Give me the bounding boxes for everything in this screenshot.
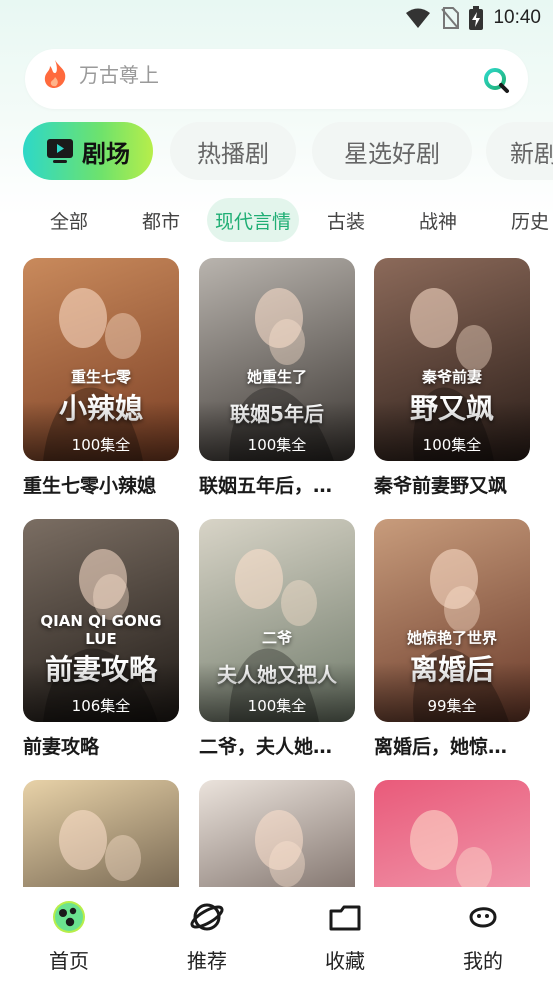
drama-title[interactable]: 二爷，夫人她… [199,732,355,759]
fire-icon [44,60,66,88]
subtab-modern-romance[interactable]: 现代言情 [207,198,299,242]
drama-card[interactable]: QIAN QI GONG LUE前妻攻略106集全前妻攻略 [23,519,179,759]
search-placeholder[interactable]: 万古尊上 [79,59,159,88]
tab-theater[interactable]: 剧场 [23,122,153,180]
nav-profile[interactable]: 我的 [443,899,523,974]
drama-card[interactable]: 重生七零小辣媳100集全重生七零小辣媳 [23,258,179,498]
nav-label: 我的 [463,949,503,973]
episode-count: 106集全 [71,697,131,715]
drama-title[interactable]: 前妻攻略 [23,732,179,759]
subtab-history[interactable]: 历史 [500,198,553,242]
status-time: 10:40 [493,7,541,28]
tab-label: 剧场 [82,139,130,168]
subtab-label: 古装 [326,210,365,233]
subtab-label: 战神 [418,210,457,233]
wifi-icon [406,8,431,28]
poster-subtitle: QIAN QI GONG LUE [40,612,162,648]
subtab-all[interactable]: 全部 [38,198,100,242]
episode-count: 99集全 [427,697,477,715]
nav-label: 推荐 [187,949,227,973]
nav-label: 首页 [49,949,89,973]
drama-poster[interactable]: QIAN QI GONG LUE前妻攻略106集全 [23,519,179,722]
drama-card[interactable]: 她惊艳了世界离婚后99集全离婚后，她惊… [374,519,530,759]
status-bar: 10:40 [0,0,553,38]
subtab-label: 全部 [49,210,88,233]
subtab-label: 都市 [141,210,180,233]
planet-icon [190,903,224,931]
tab-label: 星选好剧 [344,139,440,168]
episode-count: 100集全 [247,697,307,715]
sub-tabs: 全部 都市 现代言情 古装 战神 历史 [0,198,553,244]
nav-home[interactable]: 首页 [29,899,109,974]
nav-recommend[interactable]: 推荐 [167,899,247,974]
poster-subtitle: 二爷 [261,629,292,647]
subtab-label: 现代言情 [214,210,291,233]
bottom-nav: 首页 推荐 收藏 我的 [0,887,553,983]
tab-hot[interactable]: 热播剧 [170,122,296,180]
drama-title[interactable]: 重生七零小辣媳 [23,471,179,498]
tab-label: 新剧 [510,139,553,168]
drama-card[interactable]: 二爷夫人她又把人100集全二爷，夫人她… [199,519,355,759]
drama-card[interactable]: 她重生了联姻5年后100集全联姻五年后，… [199,258,355,498]
subtab-costume[interactable]: 古装 [316,198,376,242]
status-icons: 10:40 [405,6,541,30]
search-bar[interactable]: 万古尊上 [25,49,528,109]
drama-poster[interactable]: 秦爷前妻野又飒100集全 [374,258,530,461]
tab-new[interactable]: 新剧 [486,122,553,180]
drama-title[interactable]: 秦爷前妻野又飒 [374,471,530,498]
tab-label: 热播剧 [197,139,269,168]
home-icon [53,901,85,933]
battery-charging-icon [469,6,484,30]
poster-subtitle: 重生七零 [70,368,131,386]
tab-featured[interactable]: 星选好剧 [312,122,472,180]
no-sim-icon [441,7,460,29]
subtab-war-god[interactable]: 战神 [408,198,468,242]
drama-poster[interactable]: 她重生了联姻5年后100集全 [199,258,355,461]
folder-icon [329,905,361,931]
profile-icon [469,907,497,928]
subtab-label: 历史 [510,210,549,233]
nav-favorites[interactable]: 收藏 [305,899,385,974]
episode-count: 100集全 [422,436,482,454]
nav-label: 收藏 [325,949,365,973]
poster-subtitle: 她惊艳了世界 [406,629,497,647]
poster-subtitle: 她重生了 [246,368,307,386]
episode-count: 100集全 [247,436,307,454]
drama-poster[interactable]: 她惊艳了世界离婚后99集全 [374,519,530,722]
drama-card[interactable]: 秦爷前妻野又飒100集全秦爷前妻野又飒 [374,258,530,498]
subtab-urban[interactable]: 都市 [130,198,192,242]
episode-count: 100集全 [71,436,131,454]
drama-poster[interactable]: 重生七零小辣媳100集全 [23,258,179,461]
drama-title[interactable]: 离婚后，她惊… [374,732,530,759]
drama-title[interactable]: 联姻五年后，… [199,471,355,498]
tv-icon [47,139,73,163]
poster-subtitle: 秦爷前妻 [421,368,482,386]
drama-poster[interactable]: 二爷夫人她又把人100集全 [199,519,355,722]
main-tabs: 剧场 热播剧 星选好剧 新剧 [0,122,553,182]
search-icon[interactable] [482,66,510,94]
